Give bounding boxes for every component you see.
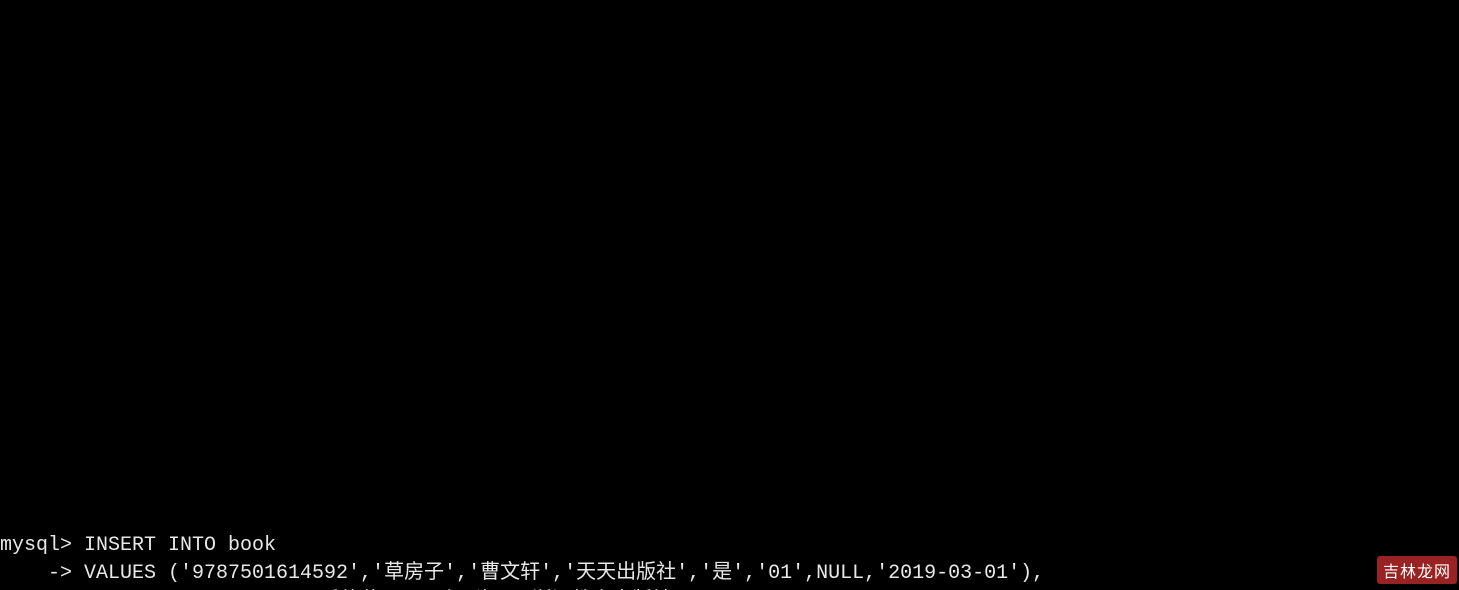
sql-line-head: mysql> INSERT INTO book [0,532,1459,560]
mysql-terminal[interactable]: mysql> INSERT INTO book -> VALUES ('9787… [0,0,1459,590]
watermark: 吉林龙网 [1377,556,1457,584]
sql-line-values: -> VALUES ('9787501614592','草房子','曹文轩','… [0,560,1459,588]
